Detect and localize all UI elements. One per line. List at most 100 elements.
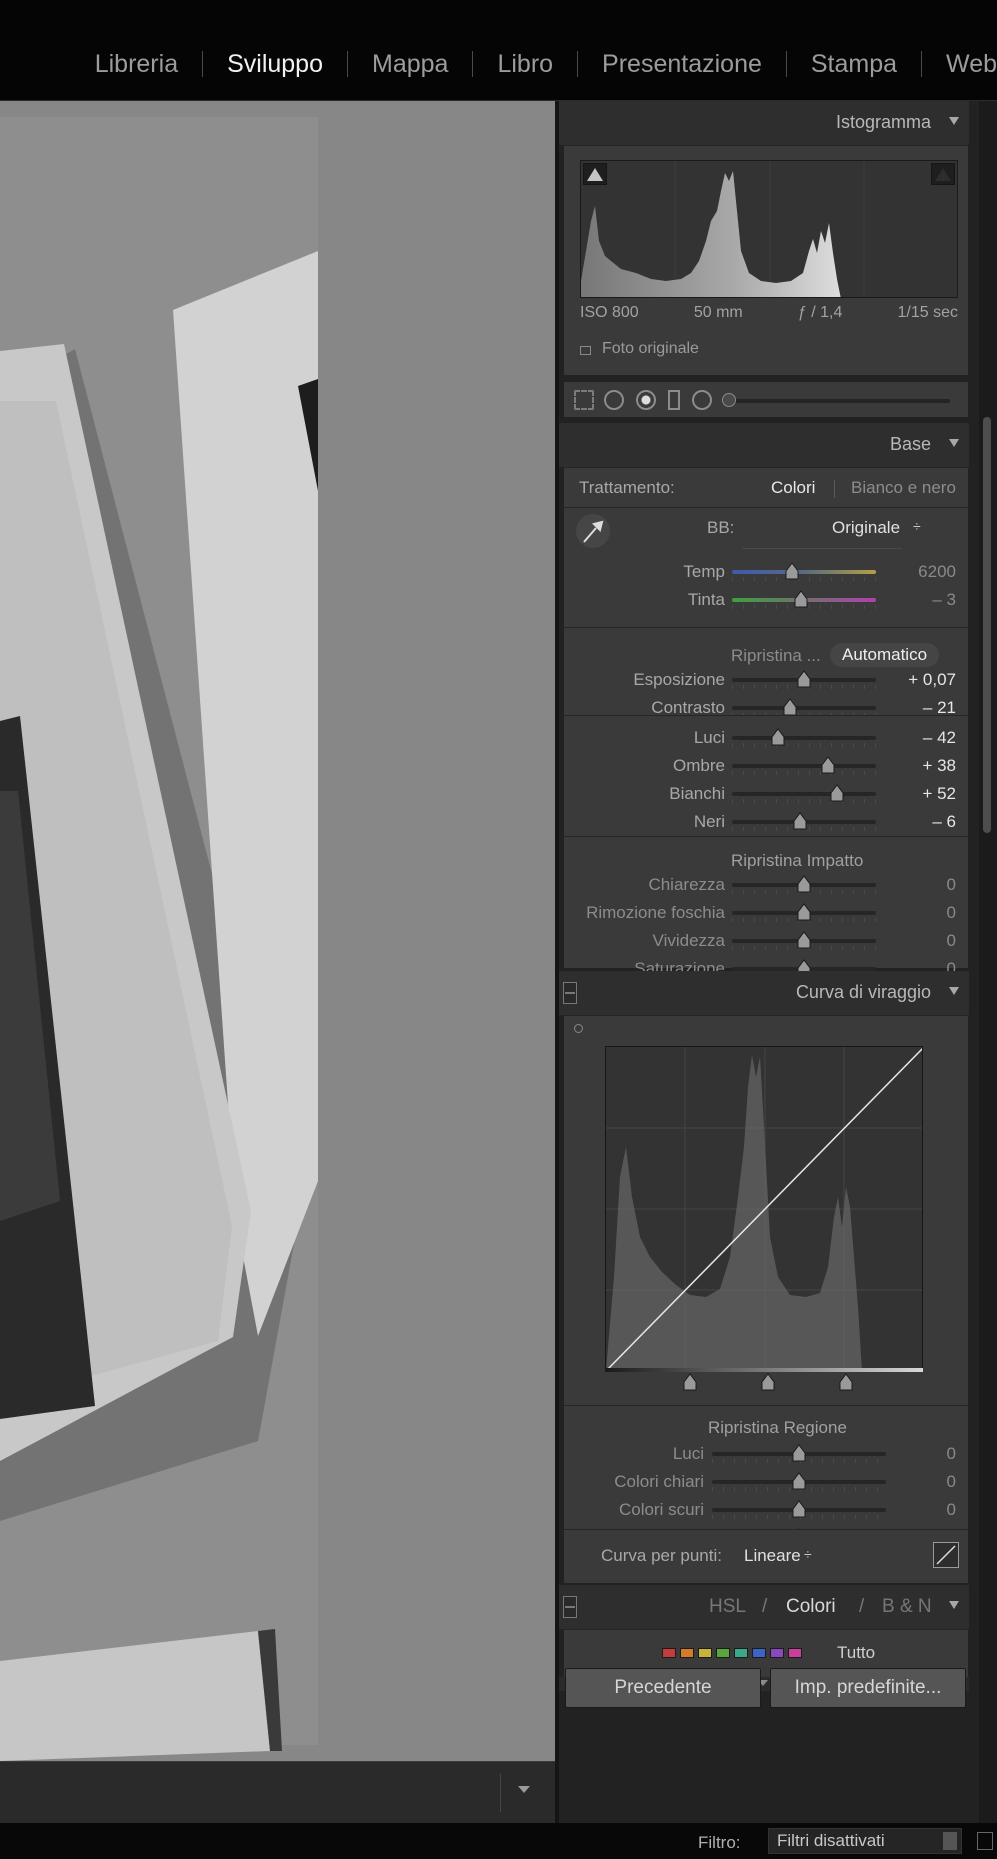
module-tab-0[interactable]: Libreria	[71, 50, 202, 79]
curve-region-slider-thumb[interactable]	[792, 1472, 806, 1490]
tint-value[interactable]: – 3	[932, 590, 956, 610]
region-slider-thumb[interactable]	[793, 812, 807, 830]
tab-bw[interactable]: B & N	[882, 1596, 932, 1618]
toolbar-menu-icon[interactable]	[518, 1786, 530, 1793]
color-swatch-4[interactable]	[734, 1648, 748, 1658]
color-swatch-6[interactable]	[770, 1648, 784, 1658]
collapse-triangle-icon[interactable]	[949, 117, 959, 125]
graduated-filter-icon[interactable]	[668, 390, 680, 410]
presence-value[interactable]: 0	[947, 875, 956, 895]
curve-region-slider-thumb[interactable]	[792, 1500, 806, 1518]
original-photo-checkbox[interactable]	[580, 346, 591, 355]
curve-region-value[interactable]: 0	[947, 1500, 956, 1520]
auto-tone-button[interactable]: Automatico	[830, 643, 940, 667]
tone-slider[interactable]	[732, 706, 876, 717]
previous-button[interactable]: Precedente	[565, 1668, 761, 1708]
wb-select-arrows[interactable]: ÷	[913, 518, 921, 534]
region-value[interactable]: – 42	[923, 728, 956, 748]
color-swatch-7[interactable]	[788, 1648, 802, 1658]
presence-value[interactable]: 0	[947, 903, 956, 923]
histogram-header[interactable]: Istogramma	[559, 101, 969, 145]
curve-split-point-1[interactable]	[683, 1373, 697, 1391]
wb-preset-select[interactable]: Originale	[832, 518, 900, 538]
presence-value[interactable]: 0	[947, 931, 956, 951]
treatment-color-option[interactable]: Colori	[771, 478, 815, 498]
tint-label: Tinta	[687, 590, 725, 609]
highlight-clipping-icon[interactable]	[931, 163, 955, 185]
region-value[interactable]: + 38	[922, 756, 956, 776]
region-slider[interactable]	[732, 792, 876, 803]
hsl-header[interactable]: HSL / Colori / B & N	[559, 1585, 969, 1629]
color-swatch-5[interactable]	[752, 1648, 766, 1658]
tone-curve-header[interactable]: Curva di viraggio	[559, 971, 969, 1015]
region-slider[interactable]	[732, 764, 876, 775]
red-eye-icon[interactable]	[636, 390, 656, 410]
module-tab-4[interactable]: Presentazione	[578, 50, 786, 79]
region-slider-thumb[interactable]	[821, 756, 835, 774]
presence-slider-thumb[interactable]	[797, 931, 811, 949]
target-adjust-icon[interactable]	[574, 1024, 583, 1033]
curve-split-point-3[interactable]	[839, 1373, 853, 1391]
adjustment-brush-track[interactable]	[724, 399, 950, 403]
tone-curve-graph[interactable]	[605, 1046, 923, 1370]
curve-region-group: Ripristina Regione Luci 0 Colori chiari 0 Co…	[564, 1405, 968, 1547]
tint-slider-thumb[interactable]	[794, 590, 808, 608]
photo-preview[interactable]	[0, 101, 555, 1761]
tab-hsl[interactable]: HSL	[709, 1596, 746, 1618]
select-arrows-icon[interactable]	[943, 1832, 957, 1850]
presence-slider-thumb[interactable]	[797, 875, 811, 893]
region-value[interactable]: – 6	[932, 812, 956, 832]
crop-overlay-icon[interactable]	[574, 390, 594, 410]
tab-color[interactable]: Colori	[786, 1596, 836, 1618]
curve-split-point-2[interactable]	[761, 1373, 775, 1391]
all-colors-option[interactable]: Tutto	[837, 1643, 875, 1663]
spot-removal-icon[interactable]	[604, 390, 624, 410]
module-tab-6[interactable]: Web	[922, 50, 997, 79]
wb-eyedropper-icon[interactable]	[576, 514, 610, 548]
region-slider[interactable]	[732, 736, 876, 747]
temp-slider[interactable]	[732, 570, 876, 581]
radial-filter-icon[interactable]	[692, 390, 712, 410]
region-slider-thumb[interactable]	[771, 728, 785, 746]
filmstrip-toolbar	[0, 1761, 555, 1823]
reset-presence-button[interactable]: Ripristina Impatto	[731, 851, 863, 871]
presence-slider-thumb[interactable]	[797, 903, 811, 921]
tone-slider-thumb[interactable]	[783, 698, 797, 716]
point-curve-select[interactable]: Lineare	[744, 1546, 801, 1566]
module-tab-2[interactable]: Mappa	[348, 50, 472, 79]
reset-tone-button[interactable]: Ripristina ...	[731, 646, 821, 666]
tone-value[interactable]: + 0,07	[908, 670, 956, 690]
reset-region-button[interactable]: Ripristina Regione	[708, 1418, 847, 1438]
region-value[interactable]: + 52	[922, 784, 956, 804]
panel-scrollbar[interactable]	[979, 101, 997, 1823]
treatment-bw-option[interactable]: Bianco e nero	[851, 478, 956, 498]
color-swatch-0[interactable]	[662, 1648, 676, 1658]
temp-slider-thumb[interactable]	[785, 562, 799, 580]
curve-region-value[interactable]: 0	[947, 1444, 956, 1464]
panel-toggle-switch-icon[interactable]	[563, 982, 577, 1004]
panel-toggle-switch-icon[interactable]	[563, 1596, 577, 1618]
point-curve-edit-icon[interactable]	[933, 1542, 959, 1568]
filmstrip-toggle-icon[interactable]	[977, 1832, 993, 1850]
point-curve-select-arrows[interactable]: ÷	[804, 1546, 812, 1562]
color-swatch-3[interactable]	[716, 1648, 730, 1658]
curve-region-slider-thumb[interactable]	[792, 1444, 806, 1462]
module-tab-5[interactable]: Stampa	[787, 50, 921, 79]
color-swatch-1[interactable]	[680, 1648, 694, 1658]
filter-select[interactable]: Filtri disattivati	[768, 1828, 962, 1854]
temp-value[interactable]: 6200	[918, 562, 956, 582]
tone-slider-thumb[interactable]	[797, 670, 811, 688]
reset-defaults-button[interactable]: Imp. predefinite...	[770, 1668, 966, 1708]
scrollbar-thumb[interactable]	[983, 417, 991, 833]
adjustment-brush-icon[interactable]	[722, 393, 736, 407]
shadow-clipping-icon[interactable]	[583, 163, 607, 185]
basic-header[interactable]: Base	[559, 423, 969, 467]
collapse-triangle-icon[interactable]	[949, 1601, 959, 1609]
collapse-triangle-icon[interactable]	[949, 439, 959, 447]
collapse-triangle-icon[interactable]	[949, 987, 959, 995]
module-tab-1[interactable]: Sviluppo	[203, 50, 347, 79]
region-slider-thumb[interactable]	[830, 784, 844, 802]
module-tab-3[interactable]: Libro	[473, 50, 577, 79]
curve-region-value[interactable]: 0	[947, 1472, 956, 1492]
color-swatch-2[interactable]	[698, 1648, 712, 1658]
